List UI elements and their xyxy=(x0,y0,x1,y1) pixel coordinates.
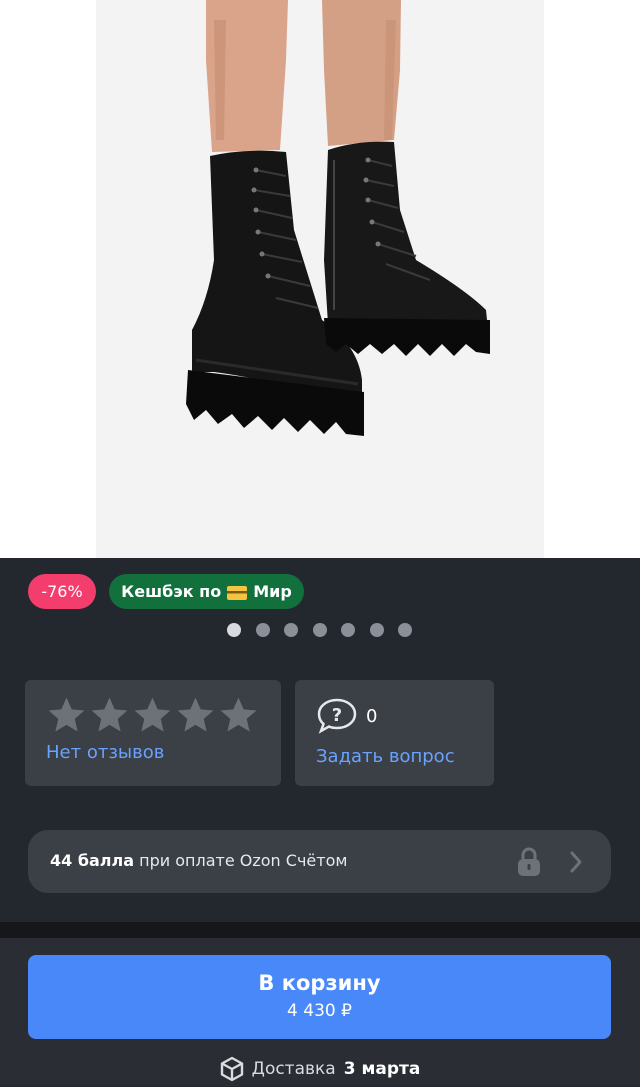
carousel-dots xyxy=(227,623,412,637)
black-lace-up-boots-photo xyxy=(186,0,490,436)
question-bubble-icon: ? xyxy=(317,698,357,734)
carousel-dot-2[interactable] xyxy=(255,623,270,637)
discount-badge: -76% xyxy=(28,574,96,609)
carousel-dot-3[interactable] xyxy=(284,623,298,637)
ozon-points-row[interactable]: 44 балла при оплате Ozon Счётом xyxy=(28,830,611,893)
delivery-info[interactable]: Доставка 3 марта xyxy=(0,1056,640,1087)
carousel-dot-6[interactable] xyxy=(369,623,384,637)
delivery-date: 3 марта xyxy=(343,1059,421,1079)
chevron-right-icon[interactable] xyxy=(568,850,584,874)
points-description: при оплате Ozon Счётом xyxy=(139,851,348,870)
cashback-badge[interactable]: Кешбэк по Мир xyxy=(109,574,304,609)
cashback-label-prefix: Кешбэк по xyxy=(121,582,222,601)
product-image-area[interactable] xyxy=(0,0,640,558)
carousel-dot-5[interactable] xyxy=(341,623,355,637)
star-icon xyxy=(48,697,85,732)
box-icon xyxy=(220,1056,243,1082)
add-to-cart-button[interactable]: В корзину 4 430 ₽ xyxy=(28,955,611,1039)
reviews-card[interactable]: Нет отзывов xyxy=(25,680,281,786)
rating-stars xyxy=(45,694,260,737)
question-count: 0 xyxy=(366,706,378,727)
credit-card-icon xyxy=(227,585,248,600)
ask-question-link[interactable]: Задать вопрос xyxy=(316,746,455,767)
cart-button-price: 4 430 ₽ xyxy=(287,1001,352,1021)
product-photo[interactable] xyxy=(96,0,544,558)
cart-button-label: В корзину xyxy=(258,971,381,995)
star-icon xyxy=(134,697,171,732)
star-icon xyxy=(177,697,214,732)
carousel-dot-4[interactable] xyxy=(312,623,327,637)
points-amount: 44 балла xyxy=(50,851,135,870)
carousel-dot-7[interactable] xyxy=(398,623,412,637)
questions-card[interactable]: ? 0 Задать вопрос xyxy=(295,680,494,786)
points-text: 44 балла при оплате Ozon Счётом xyxy=(50,851,347,870)
star-icon xyxy=(220,697,257,732)
star-icon xyxy=(91,697,128,732)
no-reviews-link[interactable]: Нет отзывов xyxy=(46,742,164,763)
delivery-label: Доставка xyxy=(251,1059,336,1079)
section-divider xyxy=(0,922,640,938)
carousel-dot-1[interactable] xyxy=(227,623,241,637)
lock-icon xyxy=(518,847,540,876)
svg-text:?: ? xyxy=(332,705,342,726)
cashback-label-suffix: Мир xyxy=(253,582,292,601)
